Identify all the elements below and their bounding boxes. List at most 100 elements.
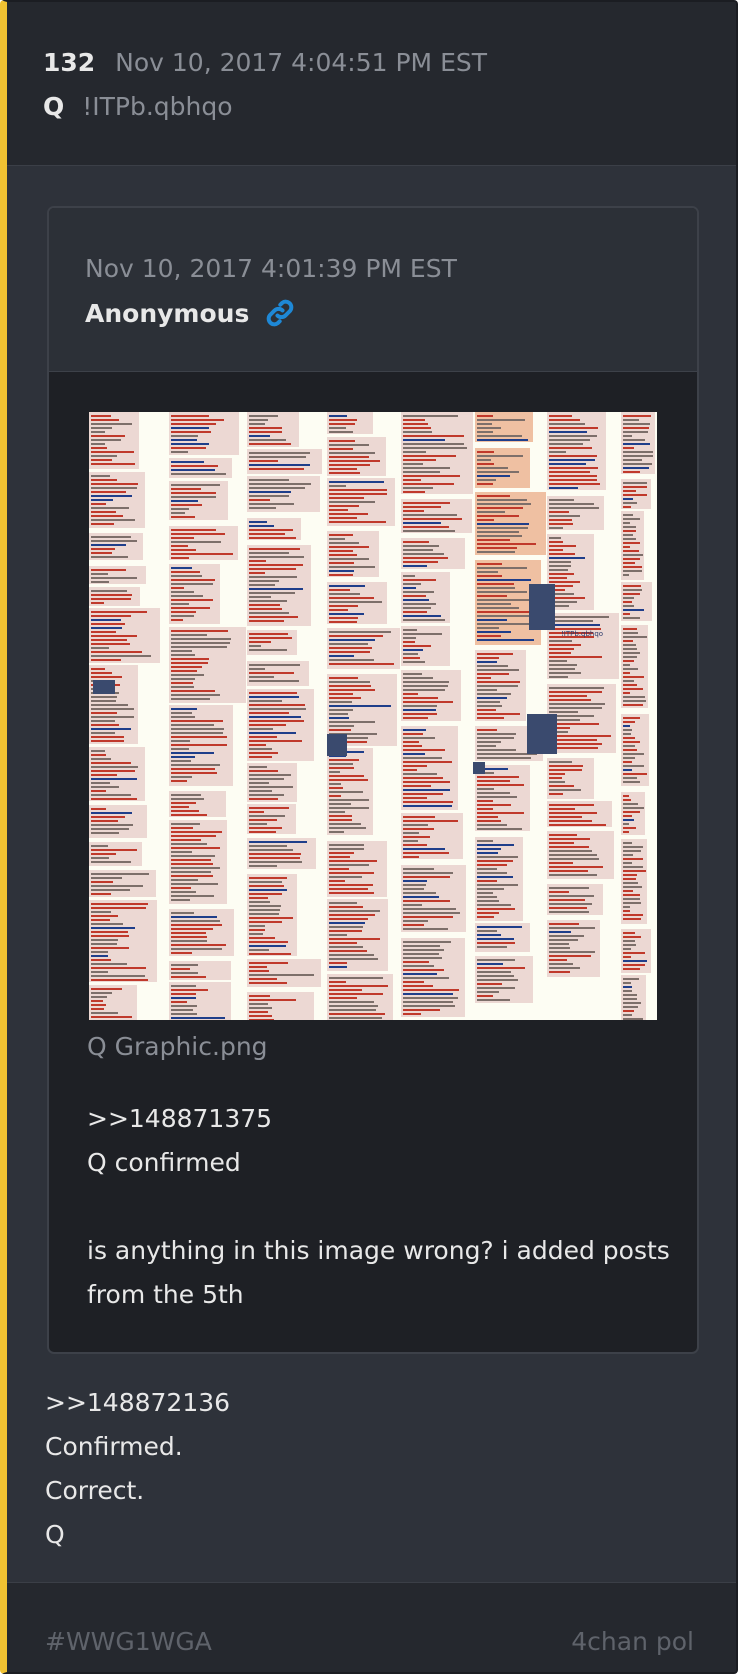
collage-text-line (91, 750, 105, 752)
collage-text-line (329, 914, 375, 916)
collage-text-line (549, 553, 575, 555)
collage-text-line (623, 1002, 641, 1004)
collage-text-line (403, 661, 425, 663)
collage-text-line (549, 443, 583, 445)
collage-text-line (91, 483, 138, 485)
collage-text-line (477, 896, 497, 898)
collage-text-line (171, 871, 211, 873)
hashtag[interactable]: #WWG1WGA (45, 1625, 212, 1659)
collage-text-line (623, 842, 632, 844)
collage-text-line (623, 960, 647, 962)
collage-text-line (249, 460, 278, 462)
collage-post-block (169, 791, 226, 817)
collage-text-line (329, 775, 364, 777)
collage-text-line (403, 693, 418, 695)
collage-post-block (401, 865, 466, 932)
collage-text-line (403, 514, 457, 516)
collage-text-line (171, 638, 231, 640)
collage-text-line (249, 744, 266, 746)
collage-text-line (549, 487, 578, 489)
collage-text-line (91, 885, 143, 887)
collage-post-block (169, 961, 231, 980)
collage-text-line (477, 627, 499, 629)
collage-text-line (477, 611, 532, 613)
collage-text-line (403, 920, 428, 922)
collage-post-block (247, 449, 322, 474)
collage-post-block (547, 613, 619, 679)
link-icon[interactable] (263, 296, 297, 330)
collage-text-line (329, 481, 384, 483)
collage-text-line (477, 808, 493, 810)
collage-text-line (329, 415, 347, 417)
collage-text-line (623, 668, 638, 670)
collage-text-line (91, 820, 118, 822)
collage-text-line (329, 693, 353, 695)
collage-text-line (329, 767, 354, 769)
quoted-post-date: Nov 10, 2017 4:01:39 PM EST (85, 254, 457, 283)
collage-text-line (549, 640, 572, 642)
collage-text-line (623, 601, 632, 603)
collage-text-line (249, 483, 311, 485)
quoted-text-line[interactable]: >>148871375 (87, 1102, 272, 1136)
collage-text-line (403, 997, 458, 999)
collage-text-line (477, 784, 524, 786)
collage-text-line (91, 1004, 106, 1006)
collage-text-line (477, 689, 497, 691)
collage-text-line (249, 798, 278, 800)
collage-post-block (327, 974, 393, 1020)
collage-text-line (623, 648, 637, 650)
collage-text-line (403, 709, 436, 711)
collage-text-line (623, 866, 643, 868)
collage-text-line (403, 677, 433, 679)
collage-text-line (623, 721, 635, 723)
collage-text-line (249, 970, 269, 972)
image-filename[interactable]: Q Graphic.png (87, 1030, 268, 1064)
collage-text-line (623, 656, 637, 658)
collage-text-line (249, 1011, 268, 1013)
collage-text-line (549, 834, 577, 836)
collage-text-line (477, 677, 491, 679)
collage-text-line (623, 431, 648, 433)
collage-text-line (171, 944, 226, 946)
collage-post-block (475, 923, 530, 952)
collage-text-line (477, 792, 510, 794)
collage-text-line (91, 1016, 132, 1018)
collage-text-line (91, 615, 131, 617)
collage-text-line (623, 968, 640, 970)
collage-text-line (477, 503, 531, 505)
collage-text-line (403, 435, 464, 437)
collage-text-line (171, 972, 198, 974)
reply-link[interactable]: >>148872136 (45, 1386, 230, 1420)
collage-text-line (623, 982, 631, 984)
collage-text-line (403, 904, 422, 906)
collage-text-line (623, 570, 642, 572)
collage-text-line (91, 419, 119, 421)
collage-post-block (89, 533, 143, 560)
post-date: Nov 10, 2017 4:04:51 PM EST (115, 48, 488, 77)
collage-text-line (329, 918, 368, 920)
q-graphic-image[interactable]: !ITPb.qbhqo (89, 412, 657, 1020)
post-tripcode: !ITPb.qbhqo (82, 92, 233, 121)
collage-text-line (549, 947, 570, 949)
collage-post-block (247, 661, 309, 686)
collage-text-line (171, 936, 207, 938)
collage-text-line (477, 599, 532, 601)
collage-text-line (91, 431, 105, 433)
collage-text-line (171, 920, 220, 922)
collage-text-line (329, 922, 365, 924)
collage-text-line (171, 571, 200, 573)
collage-text-line (477, 451, 494, 453)
collage-text-line (171, 500, 198, 502)
collage-text-line (91, 935, 129, 937)
collage-post-block (401, 726, 458, 810)
post-author: Q (43, 92, 65, 121)
collage-text-line (91, 439, 121, 441)
collage-text-line (91, 463, 135, 465)
collage-text-line (623, 725, 630, 727)
collage-text-line (623, 717, 640, 719)
post-number: 132 (43, 48, 96, 77)
collage-text-line (171, 964, 198, 966)
collage-text-line (403, 973, 437, 975)
collage-text-line (329, 534, 353, 536)
collage-text-line (549, 927, 595, 929)
